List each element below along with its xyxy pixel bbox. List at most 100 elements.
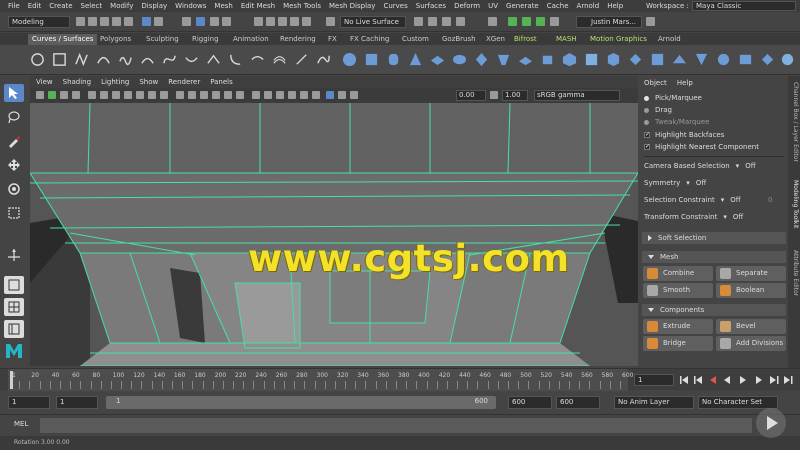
search-icon[interactable] (646, 17, 655, 26)
tab-channel-box[interactable]: Channel Box / Layer Editor (789, 82, 799, 162)
render-view-icon[interactable] (488, 17, 497, 26)
tab-rendering[interactable]: Rendering (276, 34, 320, 45)
tab-arnold[interactable]: Arnold (654, 34, 685, 45)
menu-windows[interactable]: Windows (175, 2, 206, 10)
hypershade-icon[interactable] (456, 17, 465, 26)
extrude-button[interactable]: Extrude (643, 319, 713, 334)
menu-edit-mesh[interactable]: Edit Mesh (241, 2, 275, 10)
tab-fx-caching[interactable]: FX Caching (346, 34, 393, 45)
menu-curves[interactable]: Curves (383, 2, 407, 10)
move-tool[interactable] (4, 156, 24, 174)
mel-command-input[interactable] (40, 418, 752, 433)
reverse-curve-icon[interactable] (294, 52, 309, 67)
bezier-curve-icon[interactable] (162, 52, 177, 67)
exposure-field[interactable]: 0.00 (456, 90, 486, 101)
depth-of-field-icon[interactable] (312, 91, 320, 99)
tab-curves-surfaces[interactable]: Curves / Surfaces (28, 34, 98, 45)
shadows-icon[interactable] (236, 91, 244, 99)
square-surface-icon[interactable] (606, 52, 621, 67)
select-handles-icon[interactable] (182, 17, 191, 26)
select-surfaces-icon[interactable] (222, 17, 231, 26)
viewport-menu-renderer[interactable]: Renderer (168, 78, 200, 86)
toggle-channel-box-icon[interactable] (536, 17, 545, 26)
transform-constraint-row[interactable]: Transform Constraint ▾ Off (644, 213, 786, 225)
gamma-icon[interactable] (490, 91, 498, 99)
video-play-overlay[interactable] (756, 408, 786, 438)
xray-joints-icon[interactable] (264, 91, 272, 99)
menu-cache[interactable]: Cache (547, 2, 569, 10)
highlight-nearest-checkbox[interactable]: ✓ Highlight Nearest Component (644, 143, 786, 155)
lasso-tool[interactable] (4, 108, 24, 126)
nurbs-cone-icon[interactable] (408, 52, 423, 67)
gate-mask-icon[interactable] (124, 91, 132, 99)
toggle-attribute-editor-icon[interactable] (522, 17, 531, 26)
viewport-menu-panels[interactable]: Panels (210, 78, 233, 86)
tab-attribute-editor[interactable]: Attribute Editor (789, 250, 799, 296)
nurbs-plane-icon[interactable] (430, 52, 445, 67)
render-frame-icon[interactable] (414, 17, 423, 26)
rebuild-curve-icon[interactable] (316, 52, 331, 67)
wireframe-icon[interactable] (176, 91, 184, 99)
loft-icon[interactable] (496, 52, 511, 67)
four-view-layout[interactable] (4, 298, 24, 316)
new-scene-icon[interactable] (76, 17, 85, 26)
tab-polygons[interactable]: Polygons (96, 34, 135, 45)
soft-selection-header[interactable]: Soft Selection (642, 232, 786, 244)
tab-fx[interactable]: FX (324, 34, 341, 45)
playback-range-bar[interactable]: 1 600 (106, 396, 496, 409)
viewport-menu-shading[interactable]: Shading (63, 78, 91, 86)
smooth-shade-icon[interactable] (188, 91, 196, 99)
pick-marquee-option[interactable]: Pick/Marquee (644, 94, 786, 106)
bevel-surface-icon[interactable] (562, 52, 577, 67)
menu-surfaces[interactable]: Surfaces (416, 2, 446, 10)
toggle-modeling-toolkit-icon[interactable] (508, 17, 517, 26)
symmetry-row[interactable]: Symmetry ▾ Off (644, 179, 786, 191)
pencil-curve-icon[interactable] (118, 52, 133, 67)
nurbs-torus-icon[interactable] (452, 52, 467, 67)
textured-icon[interactable] (212, 91, 220, 99)
render-settings-icon[interactable] (442, 17, 451, 26)
selection-constraint-row[interactable]: Selection Constraint ▾ Off 0 (644, 196, 786, 208)
safe-title-icon[interactable] (160, 91, 168, 99)
menu-mesh-tools[interactable]: Mesh Tools (283, 2, 321, 10)
arc-curve-icon[interactable] (140, 52, 155, 67)
script-language-toggle[interactable]: MEL (14, 420, 28, 428)
extend-curve-icon[interactable] (250, 52, 265, 67)
revolve-icon[interactable] (474, 52, 489, 67)
toolkit-menu-help[interactable]: Help (677, 79, 693, 87)
viewport-menu-lighting[interactable]: Lighting (101, 78, 129, 86)
mesh-section-header[interactable]: Mesh (642, 251, 786, 263)
animation-end-field[interactable]: 600 (556, 396, 600, 409)
attach-surfaces-icon[interactable] (738, 52, 753, 67)
anim-layer-dropdown[interactable]: No Anim Layer (614, 396, 694, 409)
highlight-backfaces-checkbox[interactable]: ✓ Highlight Backfaces (644, 131, 786, 143)
make-live-icon[interactable] (302, 17, 311, 26)
select-curves-icon[interactable] (210, 17, 219, 26)
detach-curves-icon[interactable] (206, 52, 221, 67)
playback-start-field[interactable]: 1 (56, 396, 98, 409)
viewport-menu-view[interactable]: View (36, 78, 53, 86)
snap-point-icon[interactable] (278, 17, 287, 26)
menu-help[interactable]: Help (607, 2, 623, 10)
menu-uv[interactable]: UV (488, 2, 498, 10)
screen-space-ao-icon[interactable] (276, 91, 284, 99)
toolkit-menu-object[interactable]: Object (644, 79, 667, 87)
menu-file[interactable]: File (8, 2, 20, 10)
menu-select[interactable]: Select (81, 2, 103, 10)
separate-button[interactable]: Separate (716, 266, 786, 281)
wireframe-on-shaded-icon[interactable] (200, 91, 208, 99)
undo-icon[interactable] (112, 17, 121, 26)
tab-modeling-toolkit[interactable]: Modeling Toolkit (789, 180, 799, 228)
xray-icon[interactable] (252, 91, 260, 99)
multisample-aa-icon[interactable] (300, 91, 308, 99)
tab-sculpting[interactable]: Sculpting (142, 34, 183, 45)
add-divisions-button[interactable]: Add Divisions (716, 336, 786, 351)
tab-animation[interactable]: Animation (229, 34, 273, 45)
rotate-tool[interactable] (4, 180, 24, 198)
color-space-dropdown[interactable]: sRGB gamma (534, 90, 620, 101)
select-by-object-icon[interactable] (154, 17, 163, 26)
toggle-tool-settings-icon[interactable] (550, 17, 559, 26)
extrude-surface-icon[interactable] (540, 52, 555, 67)
boolean-button[interactable]: Boolean (716, 283, 786, 298)
tab-bifrost[interactable]: Bifrost (510, 34, 541, 45)
